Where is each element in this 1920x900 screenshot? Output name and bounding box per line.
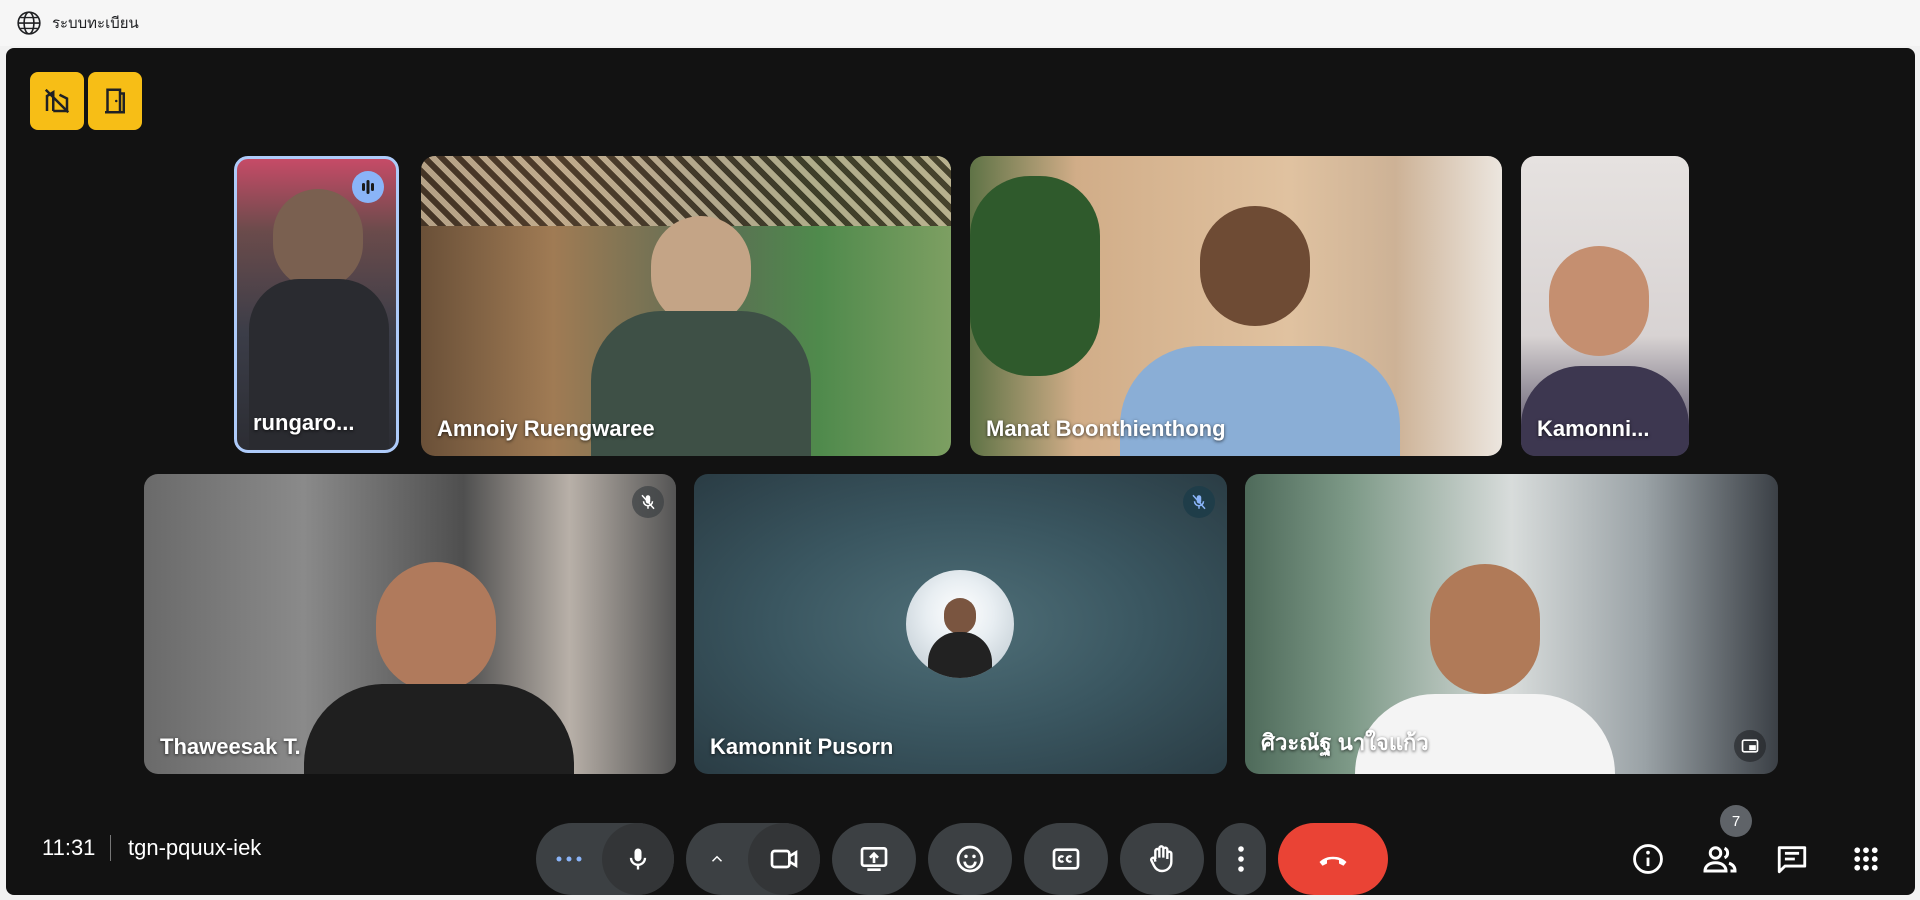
apps-grid-icon xyxy=(1854,847,1878,871)
present-button[interactable] xyxy=(832,823,916,895)
microphone-off-icon xyxy=(1183,486,1215,518)
more-dots-icon[interactable] xyxy=(536,823,602,895)
closed-captions-icon xyxy=(1052,848,1080,870)
participant-name: Kamonnit Pusorn xyxy=(710,734,894,759)
meeting-details-button[interactable] xyxy=(1626,837,1670,881)
video-control-group xyxy=(686,823,820,895)
participant-tile[interactable]: Thaweesak T. xyxy=(144,474,676,774)
meeting-time: 11:31 xyxy=(42,835,96,860)
more-vert-icon xyxy=(1238,846,1244,872)
browser-title-bar: ระบบทะเบียน xyxy=(0,0,1920,46)
hang-up-icon xyxy=(1319,856,1347,866)
info-icon xyxy=(1633,844,1663,874)
participant-name: Thaweesak T. xyxy=(160,734,301,759)
participant-tile[interactable]: ศิวะณัฐ นาใจแก้ว xyxy=(1245,474,1778,774)
control-bar: 11:31 tgn-pquux-iek 7 xyxy=(6,799,1915,895)
participant-name: Amnoiy Ruengwaree xyxy=(437,416,655,441)
picture-in-picture-icon[interactable] xyxy=(1734,730,1766,762)
emoji-icon xyxy=(956,845,984,873)
chat-button[interactable] xyxy=(1770,837,1814,881)
microphone-off-icon xyxy=(632,486,664,518)
participant-tile[interactable]: Kamonnit Pusorn xyxy=(694,474,1227,774)
participant-tile[interactable]: Kamonni... xyxy=(1521,156,1689,456)
page-title: ระบบทะเบียน xyxy=(52,15,139,32)
participant-video xyxy=(1430,564,1540,694)
present-screen-icon xyxy=(860,847,888,871)
participant-tile[interactable]: rungaro... xyxy=(234,156,399,453)
captions-button[interactable] xyxy=(1024,823,1108,895)
people-button[interactable] xyxy=(1698,837,1742,881)
participant-name: Manat Boonthienthong xyxy=(986,416,1226,441)
participant-name: Kamonni... xyxy=(1537,416,1650,441)
participant-video xyxy=(651,216,751,326)
camera-button[interactable] xyxy=(748,823,820,895)
people-count-badge: 7 xyxy=(1720,805,1752,837)
people-icon xyxy=(1703,846,1737,873)
participant-name: rungaro... xyxy=(253,410,355,435)
participant-tile[interactable]: Amnoiy Ruengwaree xyxy=(421,156,951,456)
participant-video xyxy=(273,189,363,289)
globe-icon xyxy=(17,11,41,35)
participant-name: ศิวะณัฐ นาใจแก้ว xyxy=(1261,730,1429,755)
meeting-code: tgn-pquux-iek xyxy=(128,835,262,860)
audio-control-group xyxy=(536,823,674,895)
video-camera-icon xyxy=(770,849,798,869)
participant-video xyxy=(1549,246,1649,356)
host-controls-button[interactable] xyxy=(30,72,84,130)
leave-call-button[interactable] xyxy=(1278,823,1388,895)
reactions-button[interactable] xyxy=(928,823,1012,895)
participant-video xyxy=(1200,206,1310,326)
participant-video xyxy=(376,562,496,692)
meeting-stage: rungaro... Amnoiy Ruengwaree Manat Boont… xyxy=(6,48,1915,895)
more-options-button[interactable] xyxy=(1216,823,1266,895)
raise-hand-button[interactable] xyxy=(1120,823,1204,895)
divider xyxy=(110,835,111,861)
avatar xyxy=(906,570,1014,678)
chevron-up-icon[interactable] xyxy=(686,823,748,895)
chat-icon xyxy=(1777,846,1807,874)
activities-button[interactable] xyxy=(1844,837,1888,881)
microphone-button[interactable] xyxy=(602,823,674,895)
no-building-icon xyxy=(44,88,70,114)
speaking-indicator-icon xyxy=(352,171,384,203)
door-icon xyxy=(105,88,125,114)
hand-icon xyxy=(1150,845,1173,873)
participant-tile[interactable]: Manat Boonthienthong xyxy=(970,156,1502,456)
leave-room-button[interactable] xyxy=(88,72,142,130)
microphone-icon xyxy=(629,848,647,870)
